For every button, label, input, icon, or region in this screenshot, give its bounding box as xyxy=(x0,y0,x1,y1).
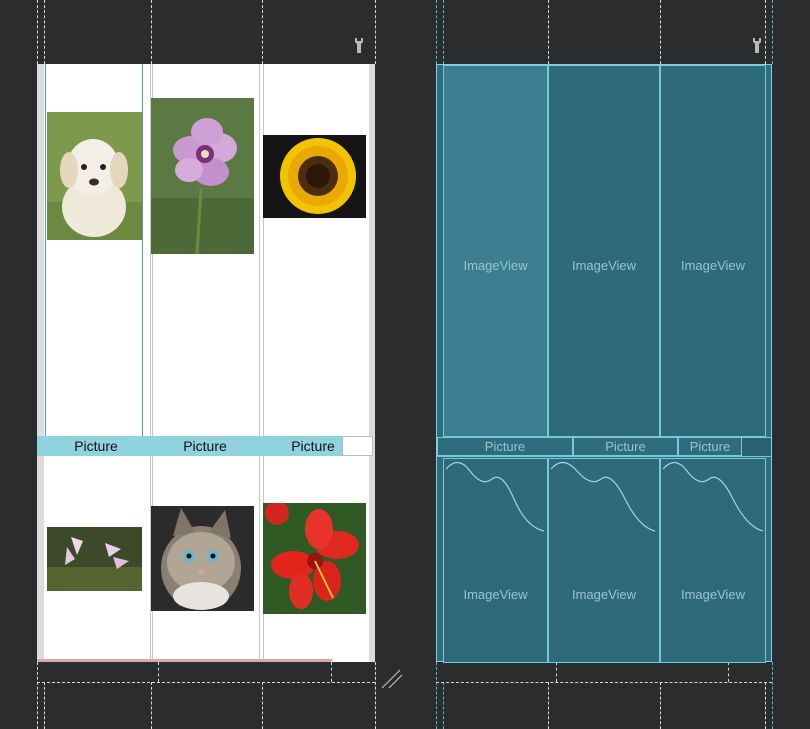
cat-photo[interactable] xyxy=(151,506,254,611)
lily-photo[interactable] xyxy=(47,527,142,591)
imageview-label: ImageView xyxy=(680,258,746,273)
guide-line xyxy=(548,0,549,64)
picture-textview[interactable]: Picture xyxy=(573,437,678,456)
guide-line xyxy=(375,0,376,64)
guide-line xyxy=(331,662,332,682)
hibiscus-photo[interactable] xyxy=(263,503,366,614)
guide-line xyxy=(443,682,444,729)
column-divider xyxy=(259,64,260,662)
guide-line xyxy=(660,0,661,64)
guide-line xyxy=(436,0,437,64)
guide-line xyxy=(765,682,766,729)
guide-line xyxy=(262,0,263,64)
selection-line xyxy=(142,64,143,436)
flower-photo[interactable] xyxy=(151,98,254,254)
blueprint-preview[interactable]: ImageView ImageView ImageView Picture Pi… xyxy=(436,64,772,663)
bottom-indicator xyxy=(37,659,332,662)
guide-line xyxy=(556,662,557,682)
guide-line xyxy=(436,682,772,683)
imageview-label: ImageView xyxy=(571,258,637,273)
image-placeholder-icon xyxy=(550,461,656,532)
imageview-box[interactable]: ImageView xyxy=(548,65,660,437)
guide-line xyxy=(660,682,661,729)
selection-line xyxy=(45,64,46,436)
guide-line xyxy=(44,682,45,729)
guide-line xyxy=(772,0,773,64)
guide-line xyxy=(151,682,152,729)
imageview-box[interactable]: ImageView xyxy=(660,458,766,663)
left-margin xyxy=(37,64,44,662)
guide-line xyxy=(158,662,159,682)
image-placeholder-icon xyxy=(445,461,545,532)
picture-caption[interactable]: Picture xyxy=(155,436,255,456)
picture-textview[interactable]: Picture xyxy=(437,437,573,456)
imageview-box[interactable]: ImageView xyxy=(660,65,766,437)
guide-line xyxy=(37,662,38,729)
resize-handle-icon[interactable] xyxy=(380,668,404,694)
imageview-label: ImageView xyxy=(463,258,528,273)
guide-line xyxy=(37,0,38,64)
guide-line xyxy=(151,0,152,64)
guide-line xyxy=(37,682,375,683)
wrench-icon[interactable] xyxy=(750,37,764,53)
puppy-photo[interactable] xyxy=(47,112,142,240)
imageview-label: ImageView xyxy=(463,587,528,602)
picture-caption[interactable]: Picture xyxy=(277,436,349,456)
picture-textview[interactable]: Picture xyxy=(678,437,742,456)
guide-line xyxy=(728,662,729,682)
sunflower-photo[interactable] xyxy=(263,135,366,218)
empty-caption-slot xyxy=(342,436,373,456)
imageview-box[interactable]: ImageView xyxy=(443,458,548,663)
imageview-box[interactable]: ImageView xyxy=(548,458,660,663)
guide-line xyxy=(548,682,549,729)
imageview-box[interactable]: ImageView xyxy=(443,65,548,437)
scrollbar[interactable] xyxy=(369,64,375,662)
guide-line xyxy=(765,0,766,64)
guide-line xyxy=(443,0,444,64)
guide-line xyxy=(262,682,263,729)
wrench-icon[interactable] xyxy=(352,37,366,53)
imageview-label: ImageView xyxy=(571,587,637,602)
guide-line xyxy=(44,0,45,64)
guide-line xyxy=(772,662,773,729)
guide-line xyxy=(375,662,376,729)
imageview-label: ImageView xyxy=(680,587,746,602)
guide-line xyxy=(436,662,437,729)
design-preview[interactable]: Picture Picture Picture xyxy=(37,64,375,662)
image-placeholder-icon xyxy=(662,461,764,532)
picture-caption[interactable]: Picture xyxy=(37,436,155,456)
